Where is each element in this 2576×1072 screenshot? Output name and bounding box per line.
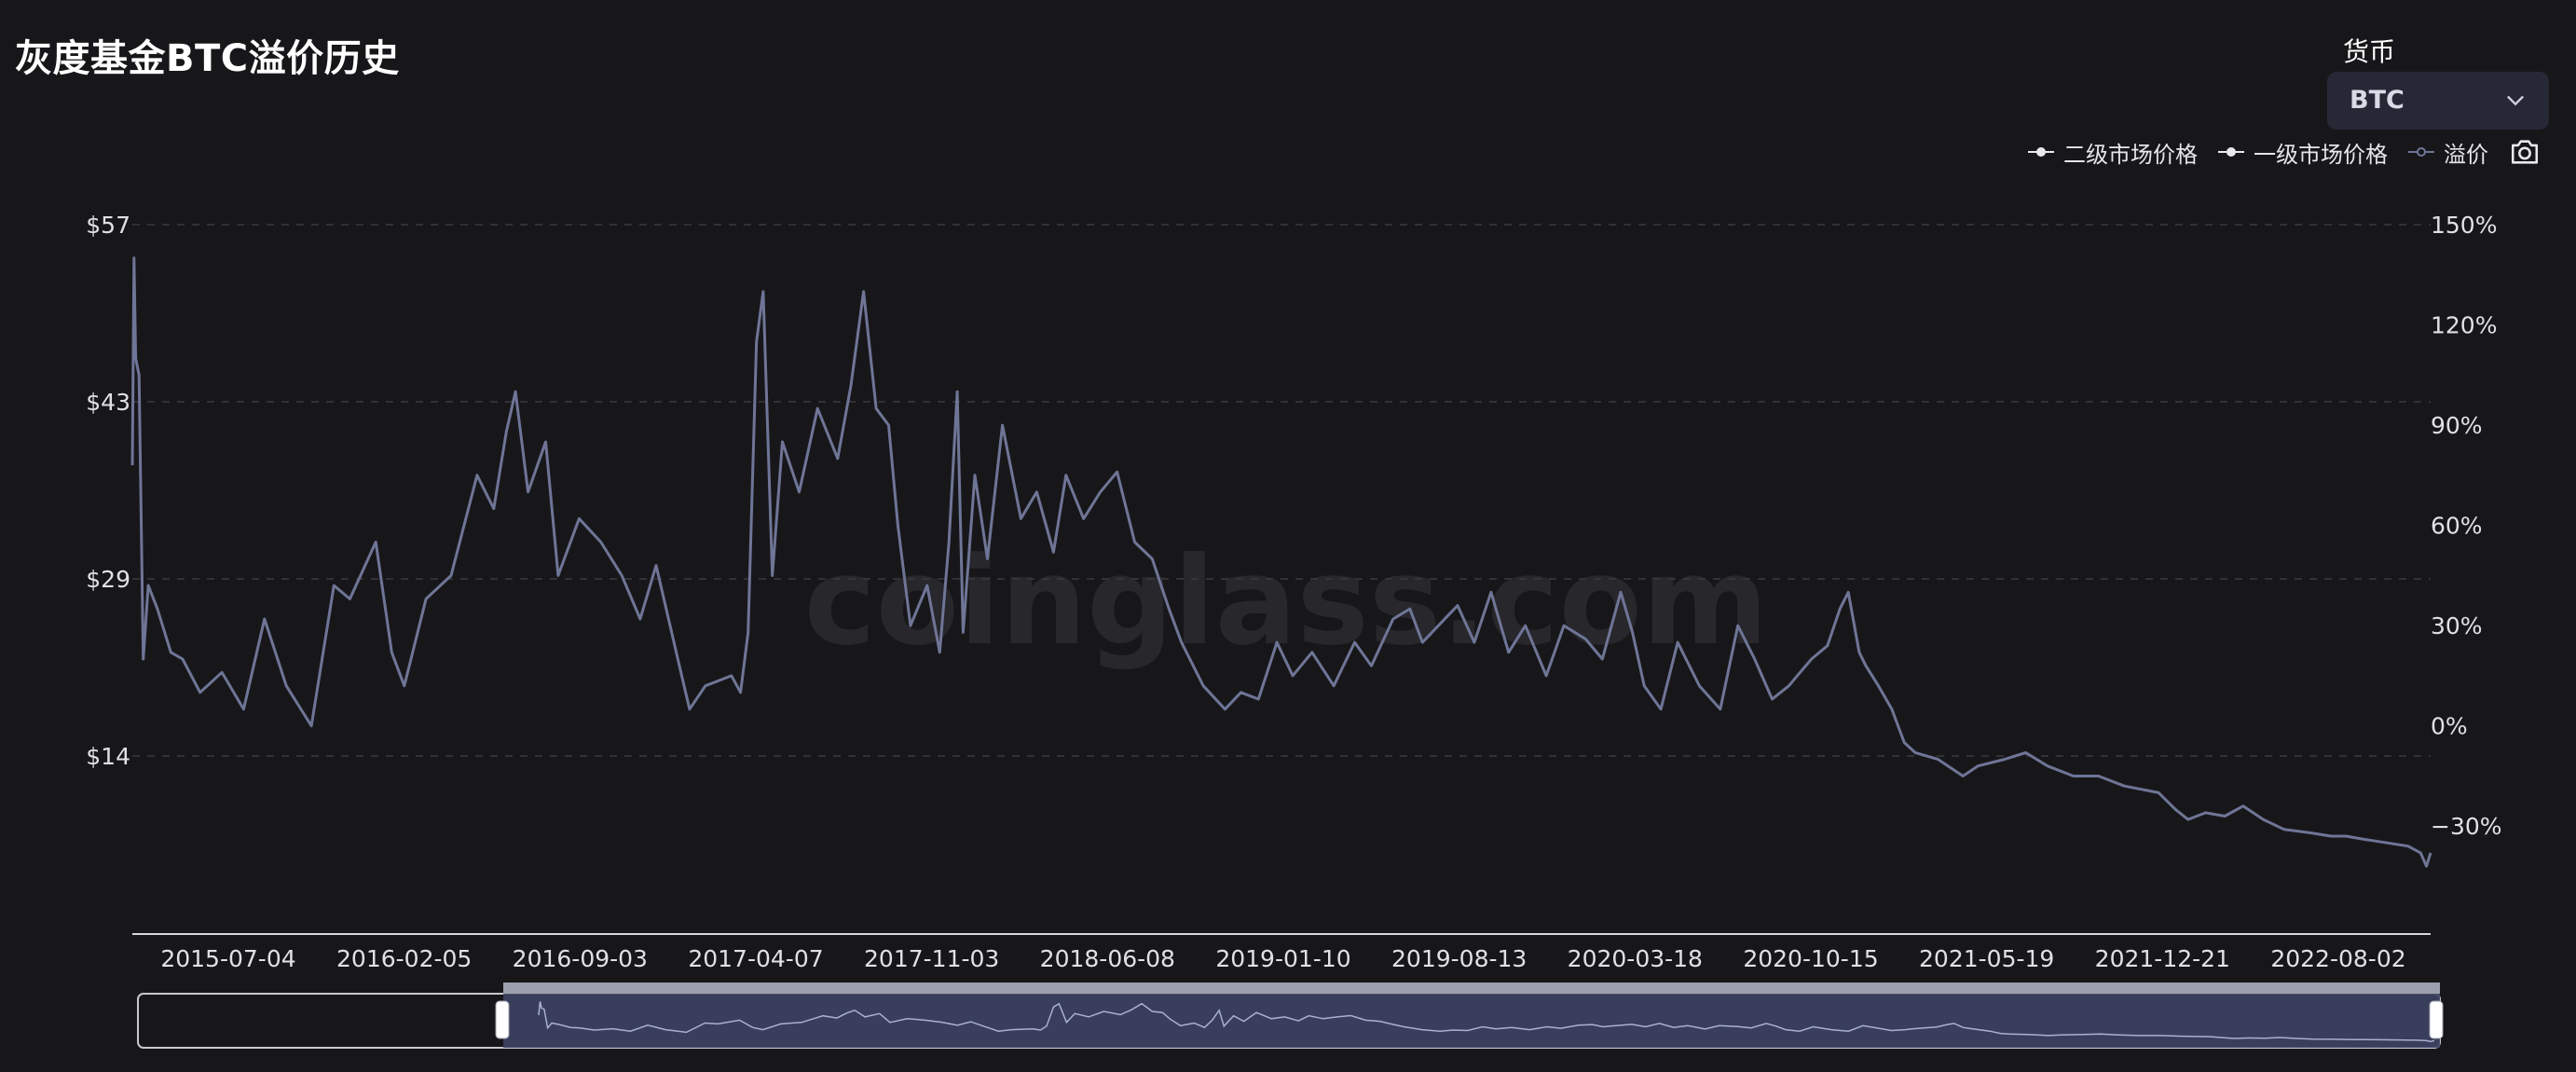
slider-handle-left [495, 1000, 510, 1039]
x-tick-label: 2015-07-04 [160, 945, 295, 972]
x-tick-label: 2020-10-15 [1743, 945, 1878, 972]
left-tick-label: $29 [86, 566, 130, 593]
slider-handle-right [2429, 1000, 2444, 1039]
left-axis: $14 $29 $43 $57 [86, 212, 130, 770]
right-tick-label: 30% [2431, 612, 2483, 639]
x-tick-label: 2018-06-08 [1040, 945, 1175, 972]
x-axis: 2015-07-04 2016-02-05 2016-09-03 2017-04-07… [132, 933, 2431, 972]
right-tick-label: 0% [2431, 713, 2468, 740]
right-tick-label: 120% [2431, 312, 2497, 339]
right-axis: 150% 120% 90% 60% 30% 0% −30% [2431, 212, 2502, 840]
right-tick-label: 90% [2431, 412, 2483, 439]
x-tick-label: 2017-04-07 [688, 945, 823, 972]
left-tick-label: $43 [86, 389, 130, 416]
grid-lines [132, 224, 2431, 757]
x-tick-label: 2019-01-10 [1215, 945, 1350, 972]
x-tick-label: 2021-05-19 [1919, 945, 2054, 972]
right-tick-label: −30% [2431, 813, 2502, 840]
x-tick-label: 2019-08-13 [1391, 945, 1527, 972]
x-tick-label: 2020-03-18 [1568, 945, 1703, 972]
x-tick-label: 2016-09-03 [513, 945, 648, 972]
right-tick-label: 150% [2431, 212, 2497, 239]
slider-move-bar [503, 983, 2440, 994]
slider-selection [503, 994, 2440, 1048]
x-tick-label: 2021-12-21 [2095, 945, 2230, 972]
left-tick-label: $57 [86, 212, 130, 239]
x-tick-label: 2016-02-05 [336, 945, 472, 972]
x-tick-label: 2022-08-02 [2270, 945, 2405, 972]
premium-chart: coinglass.com $14$29$43$57 150%120%90%60… [86, 212, 2502, 1049]
right-tick-label: 60% [2431, 513, 2483, 540]
zoom-slider[interactable] [137, 983, 2444, 1049]
left-tick-label: $14 [86, 743, 130, 770]
x-tick-label: 2017-11-03 [864, 945, 999, 972]
